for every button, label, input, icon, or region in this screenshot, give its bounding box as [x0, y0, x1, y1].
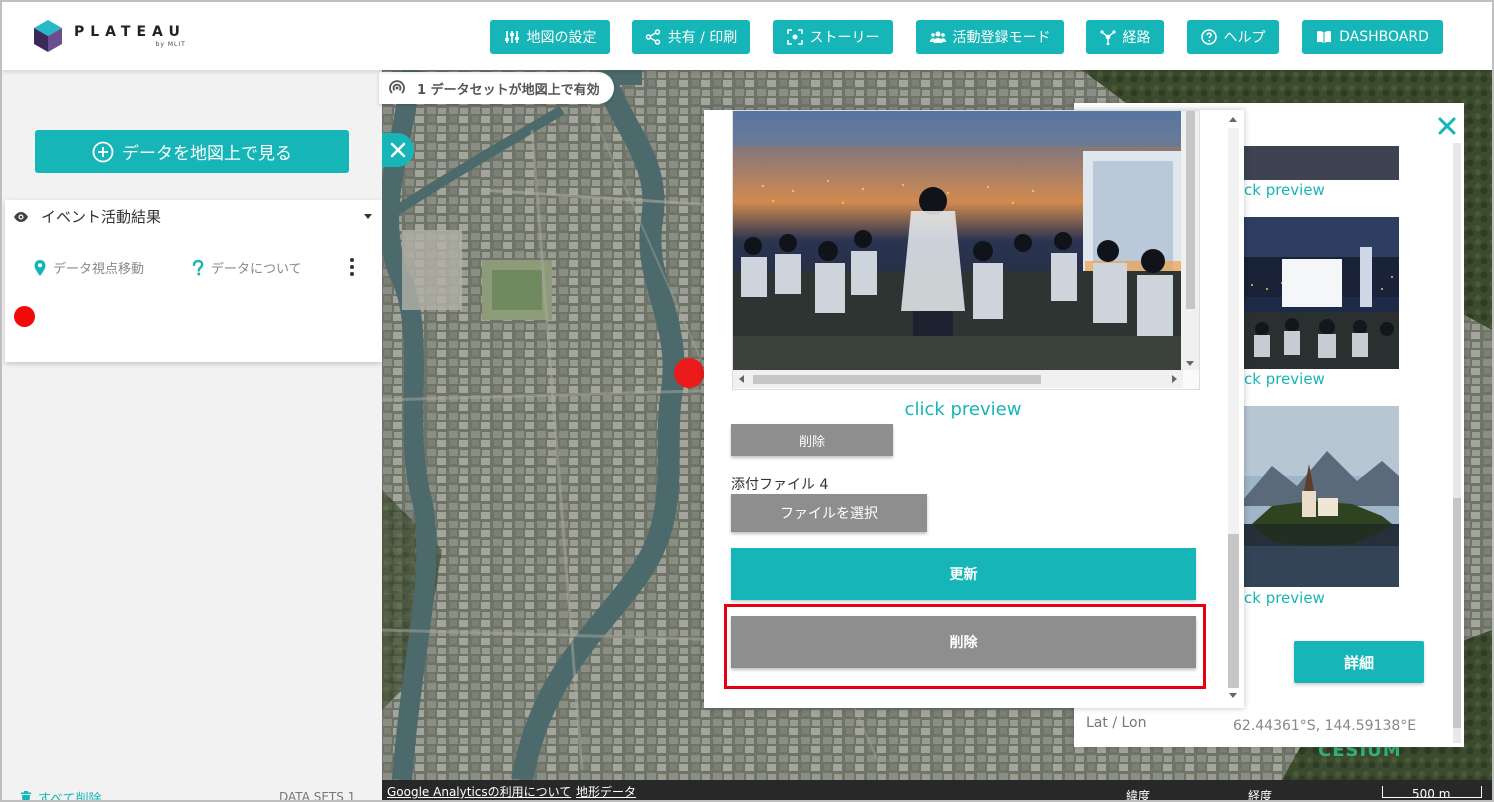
move-view-label: データ視点移動 — [53, 262, 145, 277]
layer-header[interactable]: イベント活動結果 — [13, 206, 161, 227]
click-preview-link-1[interactable]: ck preview — [1244, 181, 1325, 199]
attachment-label: 添付ファイル 4 — [731, 477, 829, 493]
map-event-marker[interactable] — [674, 358, 704, 388]
attachment-photo-night-observatory — [733, 111, 1181, 370]
lat-lon-value: 62.44361°S, 144.59138°E — [1233, 718, 1417, 734]
dashboard-label: DASHBOARD — [1339, 29, 1429, 45]
lake-church-photo — [1242, 406, 1399, 587]
map-scale-bar — [1382, 786, 1482, 798]
modal-scrollbar[interactable] — [1224, 110, 1242, 708]
layer-more-menu-icon[interactable] — [349, 258, 355, 276]
map-pin-icon — [34, 259, 46, 276]
attachment-thumbnail-night-view[interactable] — [1242, 217, 1399, 369]
eye-icon[interactable] — [13, 211, 29, 223]
app-window: PLATEAU by MLIT 地図の設定 共有 / 印刷 ストーリー 活動登録… — [0, 0, 1494, 802]
story-button[interactable]: ストーリー — [773, 20, 893, 54]
image-horizontal-scrollbar[interactable] — [733, 370, 1183, 388]
story-label: ストーリー — [809, 30, 880, 46]
share-print-label: 共有 / 印刷 — [667, 30, 738, 46]
plus-circle-icon — [92, 141, 114, 162]
layer-title: イベント活動結果 — [41, 208, 162, 226]
attachment-image-viewer[interactable] — [732, 110, 1200, 390]
activity-edit-modal: click preview 削除 添付ファイル 4 ファイルを選択 更新 削除 — [704, 110, 1244, 708]
view-data-on-map-button[interactable]: データを地図上で見る — [35, 130, 349, 173]
users-icon — [929, 31, 946, 43]
delete-attachment-button[interactable]: 削除 — [731, 424, 893, 456]
night-view-photo — [1242, 217, 1399, 369]
lat-lon-label: Lat / Lon — [1086, 715, 1147, 731]
plateau-logo[interactable]: PLATEAU by MLIT — [34, 20, 186, 52]
map-status-bar: Google Analyticsの利用について 地形データ 緯度 経度 500 … — [382, 780, 1492, 802]
update-button[interactable]: 更新 — [731, 548, 1196, 600]
route-label: 経路 — [1122, 30, 1151, 46]
choose-file-button[interactable]: ファイルを選択 — [731, 494, 927, 532]
remove-all-label: すべて削除 — [38, 792, 102, 802]
datasets-count: DATA SETS 1 — [279, 790, 356, 802]
left-workbench-panel: データを地図上で見る イベント活動結果 データ視点移動 データについて すべて削… — [2, 70, 382, 802]
layer-card: イベント活動結果 データ視点移動 データについて — [5, 200, 382, 362]
close-icon[interactable] — [1436, 115, 1458, 137]
activity-mode-button[interactable]: 活動登録モード — [916, 20, 1064, 54]
top-header: PLATEAU by MLIT 地図の設定 共有 / 印刷 ストーリー 活動登録… — [2, 2, 1492, 70]
click-preview-link-3[interactable]: ck preview — [1244, 589, 1325, 607]
plateau-cube-icon — [34, 20, 62, 52]
about-data-link[interactable]: データについて — [191, 258, 302, 277]
trash-icon — [21, 790, 31, 800]
terrain-data-link[interactable]: 地形データ — [576, 783, 636, 800]
logo-subtitle: by MLIT — [155, 41, 186, 48]
map-settings-button[interactable]: 地図の設定 — [490, 20, 610, 54]
question-mark-icon — [192, 259, 204, 275]
activity-mode-label: 活動登録モード — [952, 30, 1051, 46]
help-button[interactable]: ヘルプ — [1187, 20, 1279, 54]
detail-button[interactable]: 詳細 — [1294, 641, 1424, 683]
route-button[interactable]: 経路 — [1086, 20, 1164, 54]
share-print-button[interactable]: 共有 / 印刷 — [632, 20, 750, 54]
click-preview-link[interactable]: click preview — [704, 399, 1222, 420]
attachment-thumbnail-dark[interactable] — [1242, 146, 1399, 180]
longitude-label: 経度 — [1248, 789, 1273, 802]
remove-all-button[interactable]: すべて削除 — [20, 788, 102, 802]
book-icon — [1317, 31, 1332, 43]
route-nodes-icon — [1099, 30, 1116, 45]
attachment-thumbnail-lake-church[interactable] — [1242, 406, 1399, 587]
map-settings-label: 地図の設定 — [526, 30, 597, 46]
sliders-icon — [504, 31, 519, 43]
move-view-link[interactable]: データ視点移動 — [33, 258, 144, 277]
share-icon — [645, 29, 660, 45]
story-frame-icon — [786, 29, 803, 45]
image-vertical-scrollbar[interactable] — [1181, 111, 1199, 370]
delete-record-button[interactable]: 削除 — [731, 616, 1196, 668]
google-analytics-link[interactable]: Google Analyticsの利用について — [387, 783, 571, 800]
layer-expand-chevron-down-icon[interactable] — [364, 214, 372, 219]
about-data-label: データについて — [211, 262, 302, 277]
logo-name: PLATEAU — [74, 24, 186, 40]
help-label: ヘルプ — [1223, 30, 1266, 46]
help-circle-icon — [1200, 29, 1217, 45]
dataset-status-text: 1 データセットが地図上で有効 — [417, 82, 600, 98]
radar-signal-icon — [389, 80, 405, 94]
click-preview-link-2[interactable]: ck preview — [1244, 370, 1325, 388]
dashboard-button[interactable]: DASHBOARD — [1302, 20, 1443, 54]
legend-red-dot — [14, 306, 35, 327]
active-dataset-indicator[interactable]: 1 データセットが地図上で有効 — [379, 72, 614, 104]
info-panel-scrollbar[interactable] — [1453, 143, 1461, 743]
view-data-label: データを地図上で見る — [122, 144, 292, 164]
night-observatory-photo — [733, 111, 1181, 370]
latitude-label: 緯度 — [1126, 789, 1151, 802]
